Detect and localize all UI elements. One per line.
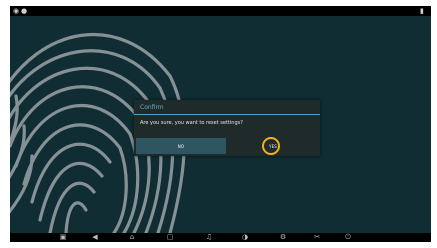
battery-icon: ▮ [420,7,424,15]
no-button[interactable]: NO [136,138,226,154]
display-icon[interactable]: ◑ [240,233,250,242]
confirm-dialog: Confirm Are you sure, you want to reset … [134,100,320,156]
android-screen: ◉ ● ▮ Confirm Are you sure, you want to … [10,6,431,242]
dialog-title-divider [134,114,320,115]
notification-icon: ◉ [13,7,20,15]
back-icon[interactable]: ◀ [90,233,100,242]
home-icon[interactable]: ⌂ [127,233,137,242]
dot-icon: ● [21,7,28,15]
settings-icon[interactable]: ⚙ [278,233,288,242]
yes-highlight-circle [262,137,280,155]
recent-apps-icon[interactable]: ▢ [165,233,175,242]
volume-icon[interactable]: ♫ [204,233,214,242]
screenshot-icon[interactable]: ▣ [58,233,68,242]
navigation-bar: ▣ ◀ ⌂ ▢ ♫ ◑ ⚙ ✂ ⏻ [10,233,431,242]
scissors-icon[interactable]: ✂ [312,233,322,242]
dialog-message: Are you sure, you want to reset settings… [140,120,243,126]
status-bar: ◉ ● ▮ [10,6,431,16]
dialog-title: Confirm [140,104,164,111]
power-icon[interactable]: ⏻ [343,233,353,242]
